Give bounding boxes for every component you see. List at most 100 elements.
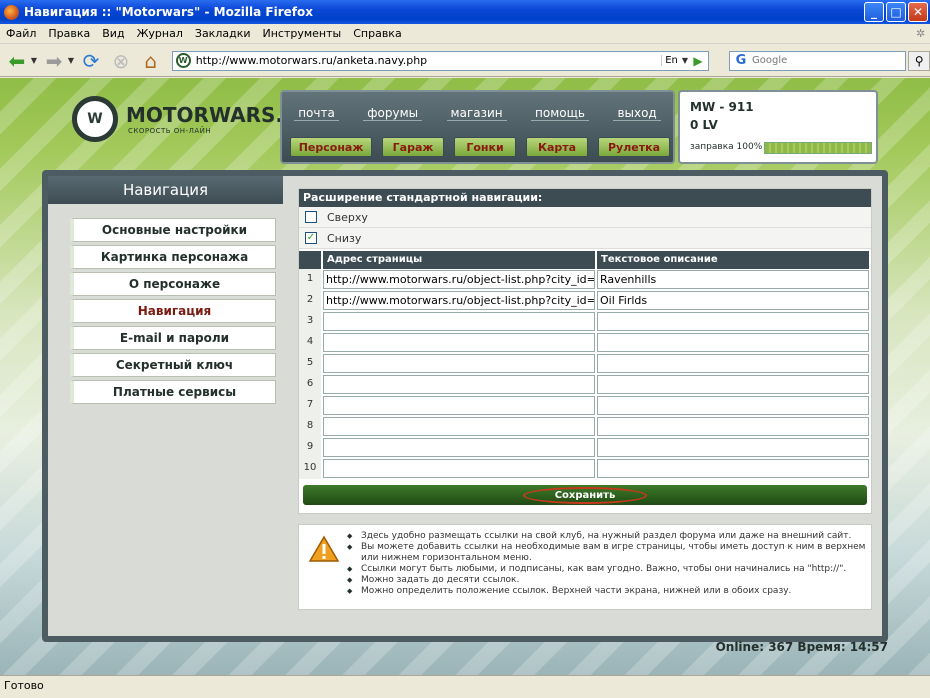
- sidebar-item-paid-services[interactable]: Платные сервисы: [70, 380, 276, 404]
- sidebar-item-character-picture[interactable]: Картинка персонажа: [70, 245, 276, 269]
- back-dropdown-icon[interactable]: ▼: [31, 56, 37, 65]
- menu-tools[interactable]: Инструменты: [257, 27, 348, 40]
- player-name: MW - 911: [690, 100, 754, 114]
- online-time-status: Online: 367 Время: 14:57: [715, 640, 888, 654]
- menu-history[interactable]: Журнал: [131, 27, 189, 40]
- reload-button[interactable]: ⟳: [78, 48, 104, 74]
- menu-help[interactable]: Справка: [347, 27, 407, 40]
- firefox-icon: [4, 4, 19, 20]
- note-item: Здесь удобно размещать ссылки на свой кл…: [347, 531, 867, 542]
- description-field[interactable]: [597, 291, 869, 310]
- link-help[interactable]: помощь: [531, 106, 590, 121]
- tab-character-button[interactable]: Персонаж: [290, 137, 372, 157]
- column-number-header: [299, 251, 321, 269]
- url-field[interactable]: [323, 333, 595, 352]
- close-button[interactable]: ✕: [908, 2, 928, 22]
- checkbox-top[interactable]: [305, 211, 317, 223]
- url-input[interactable]: [195, 54, 662, 67]
- sidebar-item-about-character[interactable]: О персонаже: [70, 272, 276, 296]
- option-bottom[interactable]: ✓ Снизу: [299, 228, 871, 249]
- sidebar-item-email-passwords[interactable]: E-mail и пароли: [70, 326, 276, 350]
- stop-button[interactable]: ⊗: [108, 48, 134, 74]
- fuel-bar: [764, 142, 872, 154]
- link-mail[interactable]: почта: [294, 106, 339, 121]
- help-notes: Здесь удобно размещать ссылки на свой кл…: [298, 524, 872, 610]
- link-forums[interactable]: форумы: [363, 106, 423, 121]
- menu-view[interactable]: Вид: [96, 27, 130, 40]
- link-shop[interactable]: магазин: [446, 106, 507, 121]
- table-row: 10: [299, 458, 871, 479]
- tab-map-button[interactable]: Карта: [526, 137, 588, 157]
- url-field[interactable]: [323, 291, 595, 310]
- sidebar-menu: Основные настройки Картинка персонажа О …: [70, 218, 276, 407]
- warning-icon: [309, 535, 339, 562]
- forward-button[interactable]: ➡: [41, 48, 67, 74]
- forward-dropdown-icon[interactable]: ▼: [68, 56, 74, 65]
- maximize-button[interactable]: □: [886, 2, 906, 22]
- link-logout[interactable]: выход: [613, 106, 661, 121]
- save-bar[interactable]: Сохранить: [303, 485, 867, 505]
- url-field[interactable]: [323, 354, 595, 373]
- home-button[interactable]: ⌂: [138, 48, 164, 74]
- url-field[interactable]: [323, 396, 595, 415]
- go-icon[interactable]: ▶: [688, 54, 708, 68]
- minimize-button[interactable]: _: [864, 2, 884, 22]
- links-table: 1 2 3 4 5 6 7 8 9 10: [299, 269, 871, 479]
- save-button[interactable]: Сохранить: [522, 486, 648, 504]
- section-title: Расширение стандартной навигации:: [299, 189, 871, 207]
- language-badge[interactable]: En: [661, 55, 681, 66]
- column-desc-header: Текстовое описание: [597, 251, 869, 269]
- description-field[interactable]: [597, 417, 869, 436]
- table-row: 5: [299, 353, 871, 374]
- description-field[interactable]: [597, 438, 869, 457]
- sidebar-item-navigation[interactable]: Навигация: [70, 299, 276, 323]
- row-number: 6: [299, 374, 321, 395]
- row-number: 9: [299, 437, 321, 458]
- player-level: 0 LV: [690, 118, 718, 132]
- description-field[interactable]: [597, 459, 869, 478]
- fuel-label: заправка 100%: [690, 142, 763, 152]
- row-number: 4: [299, 332, 321, 353]
- description-field[interactable]: [597, 354, 869, 373]
- sidebar-item-secret-key[interactable]: Секретный ключ: [70, 353, 276, 377]
- url-field[interactable]: [323, 270, 595, 289]
- tab-garage-button[interactable]: Гараж: [382, 137, 444, 157]
- tab-roulette-button[interactable]: Рулетка: [598, 137, 670, 157]
- tab-races-button[interactable]: Гонки: [454, 137, 516, 157]
- search-icon[interactable]: ⚲: [908, 50, 930, 71]
- back-button[interactable]: ⬅: [4, 48, 30, 74]
- search-input[interactable]: [752, 55, 883, 66]
- note-item: Можно задать до десяти ссылок.: [347, 575, 867, 586]
- url-field[interactable]: [323, 417, 595, 436]
- table-row: 3: [299, 311, 871, 332]
- menu-edit[interactable]: Правка: [42, 27, 96, 40]
- row-number: 10: [299, 458, 321, 479]
- column-url-header: Адрес страницы: [323, 251, 595, 269]
- row-number: 5: [299, 353, 321, 374]
- search-engine-icon[interactable]: G: [730, 53, 752, 68]
- url-field[interactable]: [323, 459, 595, 478]
- url-field[interactable]: [323, 375, 595, 394]
- row-number: 1: [299, 269, 321, 290]
- description-field[interactable]: [597, 312, 869, 331]
- site-logo[interactable]: W MOTORWARS.RU СКОРОСТЬ ОН-ЛАЙН: [72, 96, 315, 142]
- url-field[interactable]: [323, 438, 595, 457]
- description-field[interactable]: [597, 396, 869, 415]
- note-item: Ссылки могут быть любыми, и подписаны, к…: [347, 564, 867, 575]
- note-item: Вы можете добавить ссылки на необходимые…: [347, 542, 867, 564]
- url-field[interactable]: [323, 312, 595, 331]
- sidebar-item-main-settings[interactable]: Основные настройки: [70, 218, 276, 242]
- option-top[interactable]: Сверху: [299, 207, 871, 228]
- checkbox-bottom[interactable]: ✓: [305, 232, 317, 244]
- description-field[interactable]: [597, 333, 869, 352]
- menu-file[interactable]: Файл: [0, 27, 42, 40]
- site-icon: W: [175, 53, 191, 68]
- browser-statusbar: Готово: [0, 675, 930, 698]
- menu-bookmarks[interactable]: Закладки: [189, 27, 257, 40]
- row-number: 8: [299, 416, 321, 437]
- description-field[interactable]: [597, 270, 869, 289]
- menubar: Файл Правка Вид Журнал Закладки Инструме…: [0, 24, 930, 44]
- description-field[interactable]: [597, 375, 869, 394]
- fuel-bar-fill: [765, 143, 871, 153]
- table-row: 6: [299, 374, 871, 395]
